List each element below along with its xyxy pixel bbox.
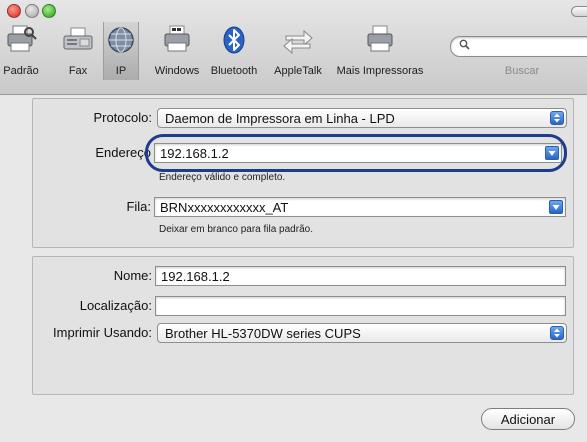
search-label: Buscar [504,65,540,77]
queue-value: BRNxxxxxxxxxxxx_AT [160,200,289,215]
toolbar-label: AppleTalk [274,65,322,77]
protocol-value: Daemon de Impressora em Linha - LPD [165,111,395,126]
toolbar-item-padrao[interactable]: Padrão [0,22,42,80]
more-printers-icon [364,25,396,55]
address-hint: Endereço válido e completo. [159,172,286,183]
name-label: Nome: [113,268,152,283]
toolbar-item-bluetooth[interactable]: Bluetooth [206,22,262,80]
zoom-window-button[interactable] [42,4,56,18]
popup-arrows-icon [550,326,564,340]
name-value: 192.168.1.2 [161,269,230,284]
popup-arrows-icon [550,111,564,125]
toolbar-item-fax[interactable]: Fax [58,22,98,80]
print-using-popup[interactable]: Brother HL-5370DW series CUPS [157,323,567,343]
search-icon [459,39,470,53]
default-printers-icon [5,25,37,55]
fax-icon [62,25,94,55]
toolbar-toggle-button[interactable] [571,6,587,17]
toolbar: Padrão Fax IP Windows Bluetooth AppleTal… [0,0,587,95]
location-field[interactable] [155,296,566,316]
toolbar-item-windows[interactable]: Windows [149,22,205,80]
dropdown-arrow-icon[interactable] [549,200,563,214]
windows-printer-icon [161,25,193,55]
ip-globe-icon [105,25,137,55]
appletalk-icon [282,25,314,55]
close-window-button[interactable] [7,4,21,18]
queue-field[interactable]: BRNxxxxxxxxxxxx_AT [154,197,566,217]
protocol-popup[interactable]: Daemon de Impressora em Linha - LPD [157,108,567,128]
toolbar-item-more-printers[interactable]: Mais Impressoras [333,22,427,80]
queue-label: Fila: [126,199,151,214]
toolbar-label: IP [115,65,127,77]
name-field[interactable]: 192.168.1.2 [155,266,566,286]
toolbar-label: Windows [154,65,200,77]
toolbar-label: Mais Impressoras [336,65,424,77]
queue-hint: Deixar em branco para fila padrão. [159,224,313,235]
address-highlight [145,134,567,172]
toolbar-item-ip[interactable]: IP [103,22,139,80]
protocol-label: Protocolo: [93,110,152,125]
toolbar-label: Bluetooth [210,65,258,77]
toolbar-label: Padrão [3,65,39,77]
print-using-value: Brother HL-5370DW series CUPS [165,326,361,341]
address-label: Endereço [95,145,151,160]
print-using-label: Imprimir Usando: [53,325,152,340]
printer-browser-window: Padrão Fax IP Windows Bluetooth AppleTal… [0,0,587,442]
toolbar-label: Fax [68,65,88,77]
add-button[interactable]: Adicionar [481,408,575,430]
search-field[interactable] [450,36,587,57]
location-label: Localização: [79,298,152,313]
minimize-window-button[interactable] [25,4,39,18]
toolbar-item-appletalk[interactable]: AppleTalk [267,22,329,80]
bluetooth-icon [218,25,250,55]
